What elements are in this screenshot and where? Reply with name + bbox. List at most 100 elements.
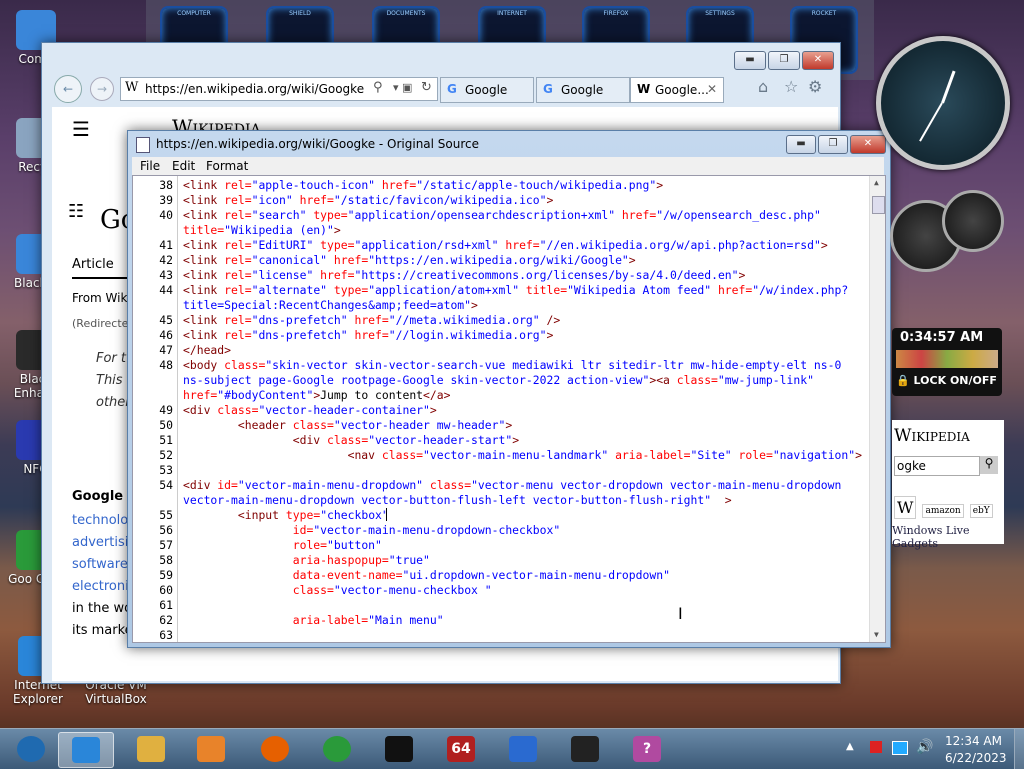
article-link[interactable]: software — [72, 557, 128, 572]
code-line: href="#bodyContent">Jump to content</a> — [183, 388, 450, 402]
taskbar-firefox-button[interactable] — [248, 732, 302, 766]
tray-clock-date[interactable]: 6/22/2023 — [945, 751, 1007, 765]
code-line: <link rel="canonical" href="https://en.w… — [183, 253, 636, 267]
source-maximize-button[interactable]: ❐ — [818, 135, 848, 154]
vertical-scrollbar[interactable]: ▲ ▼ — [869, 176, 885, 642]
close-button[interactable]: ✕ — [802, 51, 834, 70]
code-token: href= — [183, 388, 218, 402]
menu-icon[interactable]: ☰ — [72, 117, 90, 141]
line-number: 56 — [159, 523, 173, 537]
flag-icon[interactable] — [870, 741, 882, 753]
scroll-up-arrow[interactable]: ▲ — [874, 178, 879, 187]
line-number: 54 — [159, 478, 173, 492]
browser-tab[interactable]: W Google... ✕ — [630, 77, 724, 103]
line-number: 50 — [159, 418, 173, 432]
gadget-sources: Wamazon ebY — [894, 496, 999, 519]
home-icon[interactable]: ⌂ — [758, 77, 768, 96]
code-line: <link rel="EditURI" type="application/rs… — [183, 238, 828, 252]
taskbar-chrome-button[interactable] — [310, 732, 364, 766]
maximize-button[interactable]: ❐ — [768, 51, 800, 70]
menu-edit[interactable]: Edit — [172, 159, 195, 173]
code-token: "true" — [388, 553, 430, 567]
menu-file[interactable]: File — [140, 159, 160, 173]
article-link[interactable]: electroni — [72, 579, 129, 594]
back-button[interactable]: ← — [54, 75, 82, 103]
source-page-icon — [136, 137, 150, 153]
code-token: aria-label= — [608, 448, 691, 462]
taskbar-help-button[interactable]: ? — [620, 732, 674, 766]
code-token: "vector-menu-checkbox " — [333, 583, 492, 597]
code-token: <link — [183, 328, 225, 342]
code-token: "application/opensearchdescription+xml" — [347, 208, 616, 222]
taskbar-64-button[interactable]: 64 — [434, 732, 488, 766]
article-link[interactable]: technolo — [72, 513, 128, 528]
code-token: href= — [375, 178, 417, 192]
source-minimize-button[interactable]: ▬ — [786, 135, 816, 154]
source-text-area[interactable]: 38 <link rel="apple-touch-icon" href="/st… — [132, 175, 886, 643]
wikipedia-gadget-search[interactable]: ogke — [894, 456, 980, 476]
code-token: <input — [237, 508, 286, 522]
line-number: 55 — [159, 508, 173, 522]
menu-format[interactable]: Format — [206, 159, 248, 173]
live-gadgets-link[interactable]: Windows Live Gadgets — [892, 524, 1004, 550]
browser-tab[interactable]: G Google — [440, 77, 534, 103]
line-number: 59 — [159, 568, 173, 582]
scroll-down-arrow[interactable]: ▼ — [874, 630, 879, 639]
browser-tab[interactable]: G Google — [536, 77, 630, 103]
black-icon — [571, 736, 599, 762]
code-token: title= — [183, 223, 225, 237]
code-token: "dns-prefetch" — [251, 328, 348, 342]
network-icon — [509, 736, 537, 762]
show-hidden-icons-icon[interactable]: ▲ — [846, 741, 854, 752]
tab-article[interactable]: Article — [72, 257, 114, 272]
article-link[interactable]: advertisi — [72, 535, 128, 550]
menu-bar: File Edit Format — [132, 157, 884, 175]
search-icon[interactable]: ⚲ — [373, 80, 383, 95]
scroll-thumb[interactable] — [872, 196, 885, 214]
code-token: "vector-main-menu-dropdown-checkbox" — [313, 523, 561, 537]
code-token: "icon" — [251, 193, 293, 207]
text-cursor — [386, 508, 387, 521]
code-token: href= — [327, 253, 369, 267]
search-source-icon[interactable]: amazon — [922, 504, 964, 518]
lock-toggle-button[interactable]: 🔒 LOCK ON/OFF — [896, 374, 998, 387]
display-icon[interactable] — [892, 741, 908, 755]
toc-icon[interactable]: ☷ — [68, 201, 84, 222]
forward-button[interactable]: → — [90, 77, 114, 101]
speaker-icon[interactable]: 🔊 — [916, 739, 933, 755]
taskbar-monitor-button[interactable] — [372, 732, 426, 766]
close-tab-icon[interactable]: ✕ — [707, 82, 717, 96]
line-number: 41 — [159, 238, 173, 252]
taskbar-black-button[interactable] — [558, 732, 612, 766]
gear-icon[interactable]: ⚙ — [808, 77, 822, 96]
search-source-icon[interactable]: ebY — [969, 504, 993, 518]
code-line: aria-label="Main menu" — [183, 613, 444, 627]
show-desktop-button[interactable] — [1014, 729, 1024, 769]
code-token: class= — [224, 358, 266, 372]
lock-icon: ▾ ▣ — [393, 81, 413, 94]
code-token: Jump to content — [320, 388, 424, 402]
line-number: 44 — [159, 283, 173, 297]
redirected-text: (Redirecte — [72, 317, 129, 330]
taskbar-ie-button[interactable] — [58, 732, 114, 768]
refresh-icon[interactable]: ↻ — [421, 80, 432, 95]
taskbar-explorer-button[interactable] — [124, 732, 178, 766]
minimize-button[interactable]: ▬ — [734, 51, 766, 70]
search-icon[interactable]: ⚲ — [980, 456, 998, 474]
address-bar[interactable]: W https://en.wikipedia.org/wiki/Googke ⚲… — [120, 77, 438, 101]
taskbar-start-button[interactable] — [4, 732, 58, 766]
taskbar-network-button[interactable] — [496, 732, 550, 766]
code-line: title="Wikipedia (en)"> — [183, 223, 341, 237]
code-line: <body class="skin-vector skin-vector-sea… — [183, 358, 841, 372]
taskbar-media-button[interactable] — [184, 732, 238, 766]
search-source-icon[interactable]: W — [894, 496, 917, 519]
code-token: aria-haspopup= — [292, 553, 389, 567]
tray-clock-time[interactable]: 12:34 AM — [945, 734, 1002, 748]
source-close-button[interactable]: ✕ — [850, 135, 886, 154]
code-token: "/static/apple-touch/wikipedia.png" — [416, 178, 657, 192]
code-token: rel= — [224, 253, 252, 267]
code-token: "/static/favicon/wikipedia.ico" — [333, 193, 547, 207]
code-token: > — [546, 193, 554, 207]
favorites-icon[interactable]: ☆ — [784, 77, 798, 96]
code-token: type= — [306, 208, 348, 222]
